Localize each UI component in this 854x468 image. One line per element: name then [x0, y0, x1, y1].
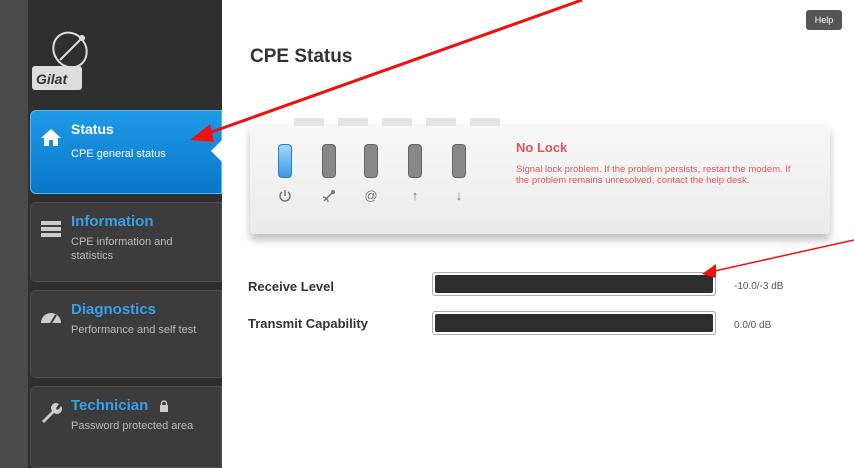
receive-led — [452, 144, 466, 178]
sidebar-item-title: Technician — [71, 397, 149, 414]
sidebar-item-subtitle: Performance and self test — [71, 324, 197, 336]
gilat-logo: Gilat — [30, 22, 110, 100]
wrench-icon — [39, 401, 63, 425]
power-led — [278, 144, 292, 178]
receive-level-value: -10.0/-3 dB — [734, 281, 784, 292]
transmit-capability-fill — [435, 314, 713, 332]
sidebar-item-subtitle: Password protected area — [71, 420, 194, 432]
panel-tab — [338, 118, 368, 126]
power-icon — [277, 188, 293, 204]
lock-status-message: Signal lock problem. If the problem pers… — [516, 164, 791, 186]
panel-tab — [294, 118, 324, 126]
sidebar-item-title: Information — [71, 213, 154, 230]
arrow-up-icon: ↑ — [411, 188, 419, 203]
transmit-capability-value: 0.0/0 dB — [734, 320, 772, 331]
sidebar: Gilat Status CPE general status Informat… — [0, 0, 223, 468]
help-button[interactable]: Help — [806, 10, 842, 30]
sidebar-edge — [0, 0, 28, 468]
transmit-capability-bar — [432, 311, 716, 335]
lock-icon — [159, 399, 169, 417]
receive-level-bar — [432, 272, 716, 296]
gauge-icon — [39, 305, 63, 329]
at-icon: @ — [364, 188, 378, 203]
sidebar-item-status[interactable]: Status CPE general status — [30, 110, 223, 194]
panel-tab — [426, 118, 456, 126]
sidebar-item-diagnostics[interactable]: Diagnostics Performance and self test — [30, 290, 222, 378]
sidebar-item-technician[interactable]: Technician Password protected area — [30, 386, 222, 468]
main-content: CPE Status Help @ ↑ ↓ No Lock Signal loc… — [222, 0, 854, 468]
panel-tab — [470, 118, 500, 126]
internet-led — [364, 144, 378, 178]
sidebar-item-subtitle: CPE general status — [71, 148, 166, 160]
sidebar-item-title: Diagnostics — [71, 301, 157, 318]
status-panel: @ ↑ ↓ No Lock Signal lock problem. If th… — [250, 118, 830, 234]
receive-level-fill — [435, 275, 713, 293]
home-icon — [39, 125, 63, 149]
logo-text: Gilat — [36, 71, 68, 87]
panel-tab — [382, 118, 412, 126]
satellite-led — [322, 144, 336, 178]
sidebar-item-information[interactable]: Information CPE information and statisti… — [30, 202, 222, 282]
page-title: CPE Status — [250, 46, 353, 67]
arrow-down-icon: ↓ — [455, 188, 463, 203]
transmit-capability-label: Transmit Capability — [248, 316, 368, 331]
receive-level-label: Receive Level — [248, 279, 335, 294]
transmit-led — [408, 144, 422, 178]
satellite-icon — [321, 188, 337, 204]
sidebar-item-title: Status — [71, 121, 114, 137]
list-icon — [39, 217, 63, 241]
lock-status-title: No Lock — [516, 140, 568, 155]
sidebar-item-subtitle: CPE information and statistics — [71, 236, 173, 262]
